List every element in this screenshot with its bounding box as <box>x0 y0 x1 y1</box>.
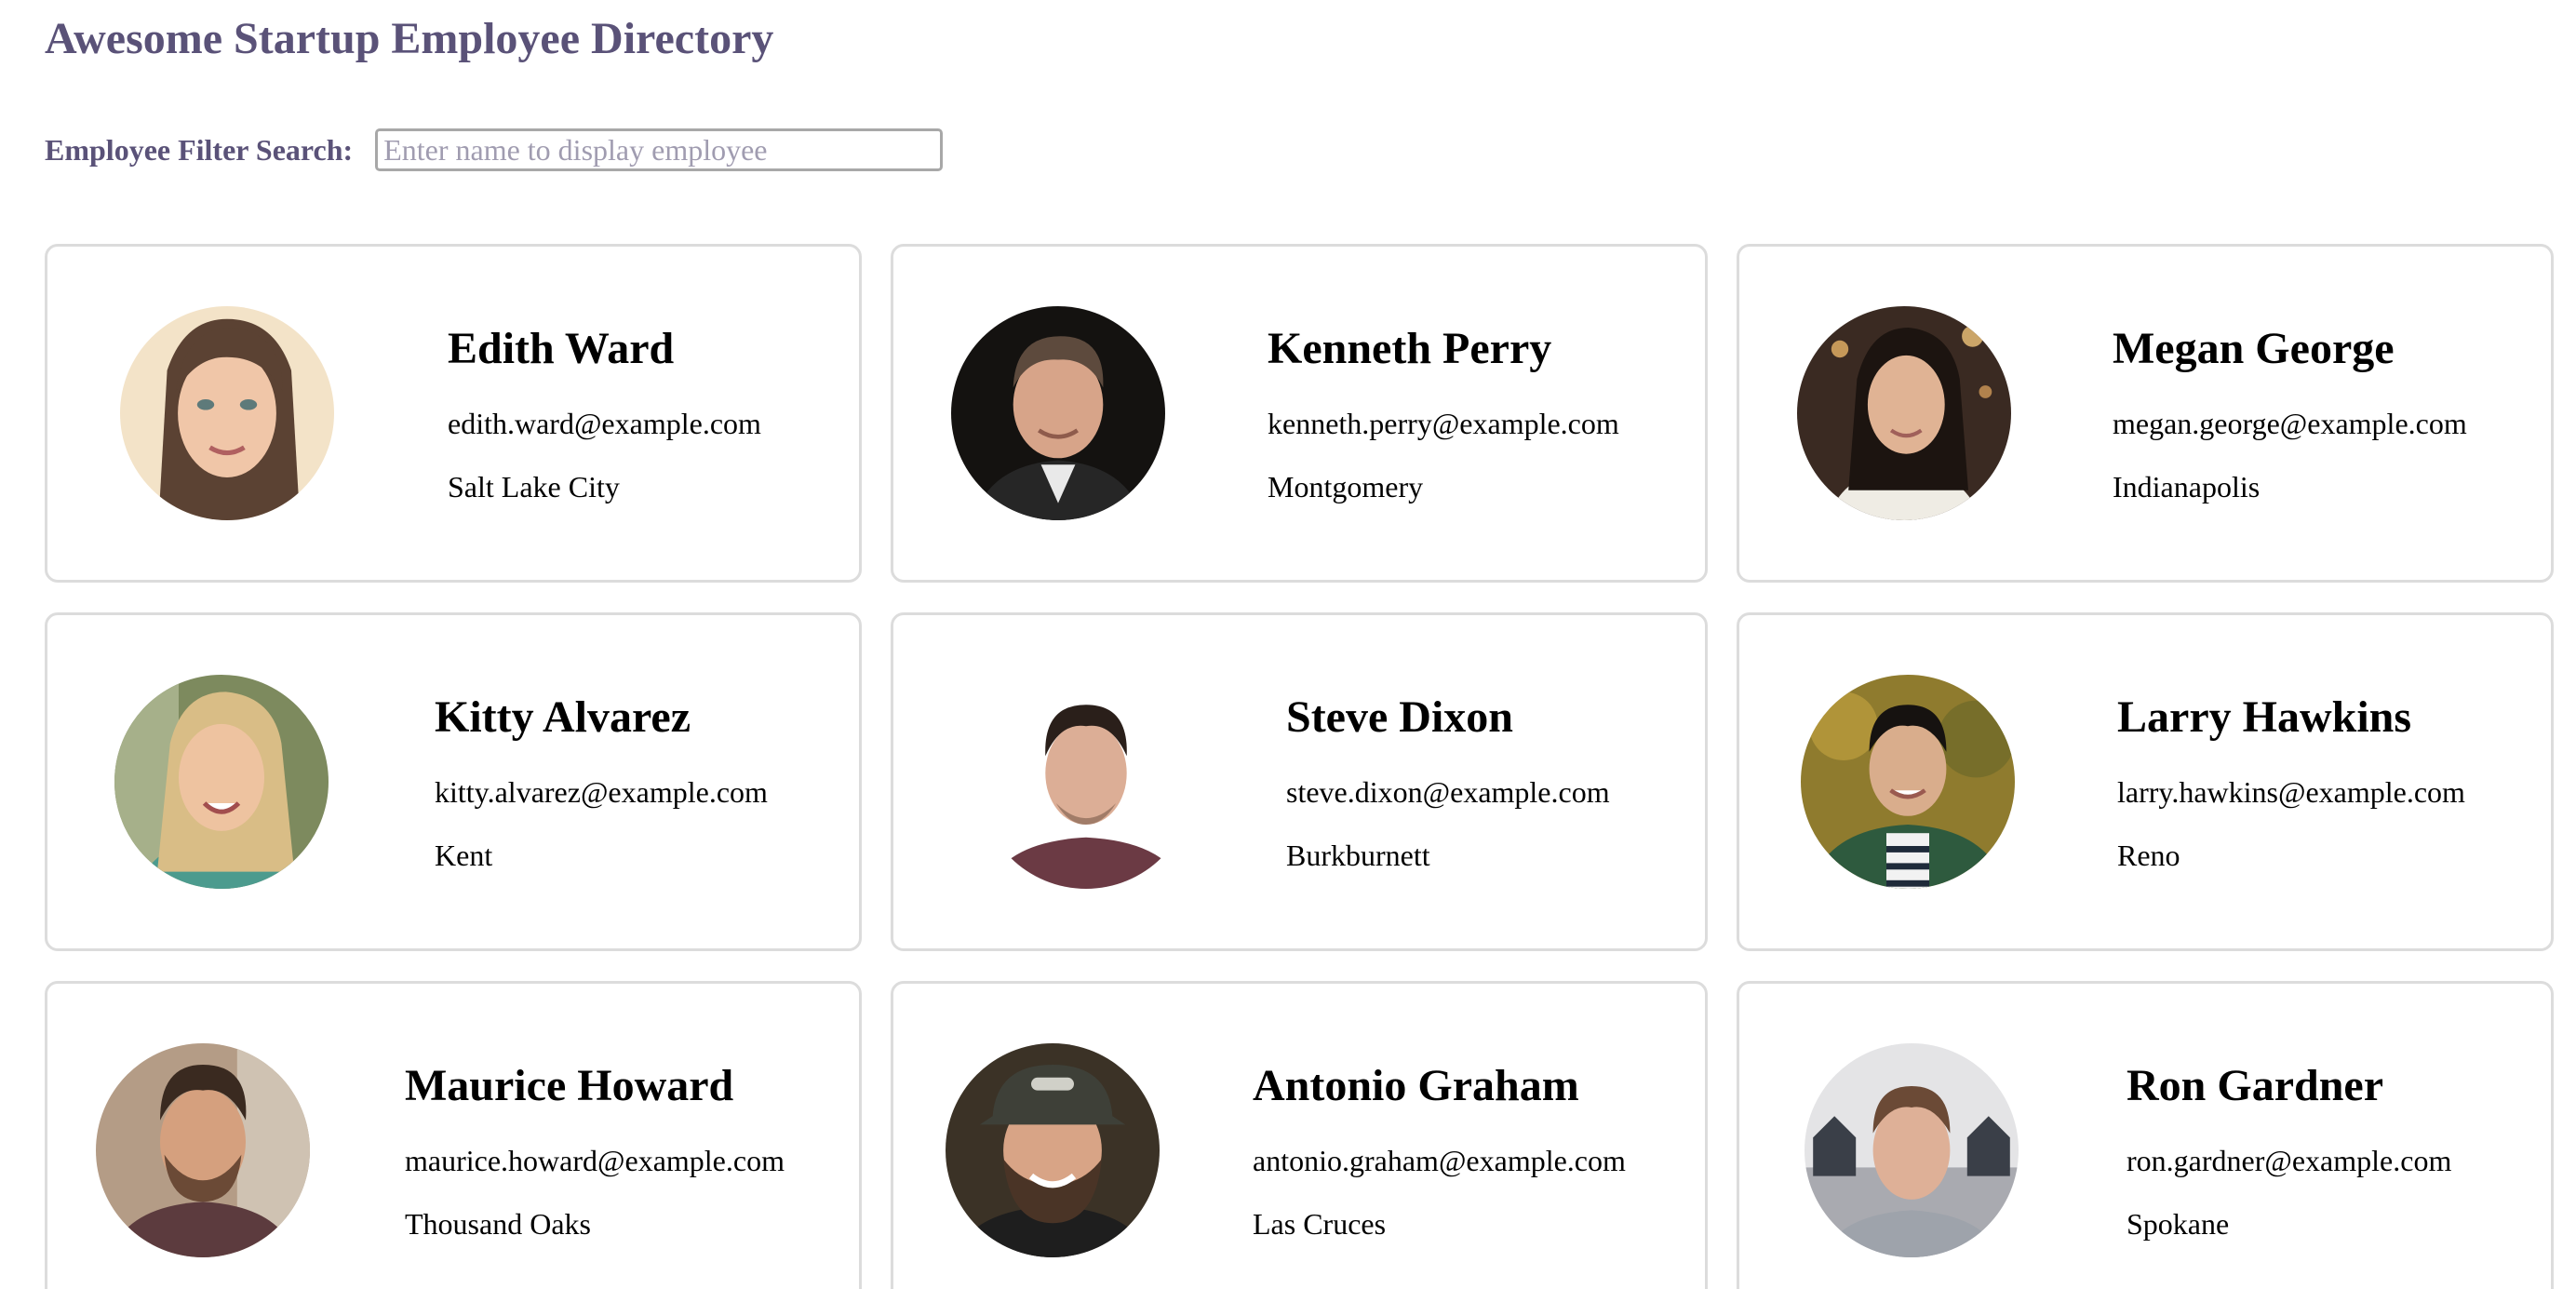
employee-email: kenneth.perry@example.com <box>1268 407 1619 440</box>
employee-city: Spokane <box>2127 1207 2230 1241</box>
employee-name: Steve Dixon <box>1286 692 1513 742</box>
employee-email: antonio.graham@example.com <box>1253 1144 1626 1177</box>
employee-city: Salt Lake City <box>448 470 620 504</box>
employee-card[interactable]: Maurice Howard maurice.howard@example.co… <box>45 981 862 1289</box>
employee-city: Burkburnett <box>1286 839 1430 872</box>
employee-info: Kitty Alvarez kitty.alvarez@example.com … <box>435 690 768 874</box>
employee-photo <box>1805 1043 2019 1257</box>
employee-info: Larry Hawkins larry.hawkins@example.com … <box>2117 690 2465 874</box>
employee-city: Thousand Oaks <box>405 1207 591 1241</box>
employee-email: steve.dixon@example.com <box>1286 775 1610 809</box>
employee-photo <box>1801 675 2015 889</box>
employee-email: megan.george@example.com <box>2113 407 2467 440</box>
employee-name: Edith Ward <box>448 324 675 373</box>
page-title: Awesome Startup Employee Directory <box>45 14 774 63</box>
employee-photo <box>1797 306 2011 520</box>
employee-info: Edith Ward edith.ward@example.com Salt L… <box>448 321 761 505</box>
employee-card[interactable]: Antonio Graham antonio.graham@example.co… <box>891 981 1708 1289</box>
employee-photo <box>114 675 329 889</box>
employee-card[interactable]: Larry Hawkins larry.hawkins@example.com … <box>1737 612 2554 951</box>
employee-grid: Edith Ward edith.ward@example.com Salt L… <box>45 244 2554 1289</box>
employee-name: Megan George <box>2113 324 2395 373</box>
employee-email: larry.hawkins@example.com <box>2117 775 2465 809</box>
employee-name: Antonio Graham <box>1253 1061 1579 1110</box>
employee-info: Kenneth Perry kenneth.perry@example.com … <box>1268 321 1619 505</box>
page: Awesome Startup Employee Directory Emplo… <box>0 0 2576 1289</box>
employee-info: Ron Gardner ron.gardner@example.com Spok… <box>2127 1058 2451 1242</box>
employee-photo <box>951 306 1165 520</box>
employee-info: Steve Dixon steve.dixon@example.com Burk… <box>1286 690 1610 874</box>
employee-name: Ron Gardner <box>2127 1061 2383 1110</box>
employee-photo <box>946 1043 1160 1257</box>
search-label: Employee Filter Search: <box>45 132 354 167</box>
employee-name: Larry Hawkins <box>2117 692 2412 742</box>
employee-photo <box>979 675 1193 889</box>
employee-city: Montgomery <box>1268 470 1424 504</box>
employee-email: edith.ward@example.com <box>448 407 761 440</box>
employee-card[interactable]: Ron Gardner ron.gardner@example.com Spok… <box>1737 981 2554 1289</box>
employee-card[interactable]: Megan George megan.george@example.com In… <box>1737 244 2554 583</box>
employee-card[interactable]: Kenneth Perry kenneth.perry@example.com … <box>891 244 1708 583</box>
employee-email: maurice.howard@example.com <box>405 1144 785 1177</box>
employee-email: kitty.alvarez@example.com <box>435 775 768 809</box>
employee-name: Kitty Alvarez <box>435 692 691 742</box>
employee-photo <box>120 306 334 520</box>
employee-city: Indianapolis <box>2113 470 2261 504</box>
employee-card[interactable]: Steve Dixon steve.dixon@example.com Burk… <box>891 612 1708 951</box>
employee-name: Maurice Howard <box>405 1061 734 1110</box>
search-input[interactable] <box>375 128 944 171</box>
employee-info: Antonio Graham antonio.graham@example.co… <box>1253 1058 1626 1242</box>
employee-name: Kenneth Perry <box>1268 324 1552 373</box>
employee-photo <box>96 1043 310 1257</box>
employee-city: Las Cruces <box>1253 1207 1387 1241</box>
employee-info: Megan George megan.george@example.com In… <box>2113 321 2467 505</box>
employee-card[interactable]: Edith Ward edith.ward@example.com Salt L… <box>45 244 862 583</box>
employee-city: Kent <box>435 839 493 872</box>
search-row: Employee Filter Search: <box>45 128 944 171</box>
employee-card[interactable]: Kitty Alvarez kitty.alvarez@example.com … <box>45 612 862 951</box>
employee-email: ron.gardner@example.com <box>2127 1144 2452 1177</box>
employee-city: Reno <box>2117 839 2180 872</box>
employee-info: Maurice Howard maurice.howard@example.co… <box>405 1058 785 1242</box>
